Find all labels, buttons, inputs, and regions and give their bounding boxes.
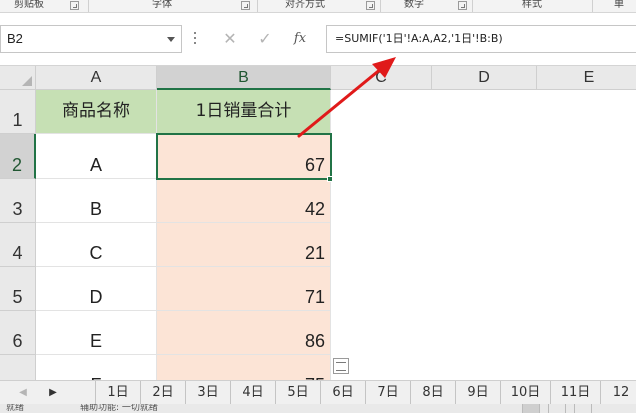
ribbon-separator: [257, 0, 258, 12]
prev-sheet-icon[interactable]: ◀: [8, 381, 38, 404]
page-break-view-icon[interactable]: [574, 404, 592, 413]
fill-handle[interactable]: [327, 176, 333, 182]
status-ready: 就绪: [6, 404, 25, 413]
row-header-6[interactable]: 6: [0, 311, 36, 355]
ribbon-group-styles: 样式: [522, 0, 542, 10]
cell-b7[interactable]: 75: [157, 355, 331, 380]
cell-a6[interactable]: E: [36, 311, 157, 355]
cell-b2[interactable]: 67: [157, 134, 331, 179]
alignment-launcher-icon[interactable]: [366, 1, 375, 10]
column-header-b[interactable]: B: [157, 66, 331, 90]
font-launcher-icon[interactable]: [241, 1, 250, 10]
status-bar: 就绪 辅助功能: 一切就绪: [0, 404, 636, 413]
column-header-e[interactable]: E: [537, 66, 636, 90]
ribbon-group-alignment: 对齐方式: [285, 0, 325, 10]
quick-analysis-icon[interactable]: [333, 358, 349, 374]
status-accessibility[interactable]: 辅助功能: 一切就绪: [80, 404, 158, 413]
cell-a3[interactable]: B: [36, 179, 157, 223]
cell-a5[interactable]: D: [36, 267, 157, 311]
name-box[interactable]: B2: [0, 25, 182, 53]
cancel-button[interactable]: ✕: [215, 25, 245, 53]
cell-a2[interactable]: A: [36, 134, 157, 179]
sheet-tab[interactable]: 11日: [551, 381, 601, 404]
insert-function-button[interactable]: fx: [285, 25, 315, 53]
sheet-tab[interactable]: 5日: [276, 381, 321, 404]
ribbon-group-labels: 剪贴板 字体 对齐方式 数字 样式 单: [0, 0, 636, 13]
sheet-tab[interactable]: 9日: [456, 381, 501, 404]
row-header-2[interactable]: 2: [0, 134, 36, 179]
name-box-value: B2: [7, 31, 23, 46]
ribbon-separator: [88, 0, 89, 12]
formula-bar: B2 ✕ ✓ fx =SUMIF('1日'!A:A,A2,'1日'!B:B): [0, 13, 636, 66]
cell-b6[interactable]: 86: [157, 311, 331, 355]
select-all-button[interactable]: [0, 66, 36, 90]
sheet-tab[interactable]: 3日: [186, 381, 231, 404]
sheet-tab[interactable]: 6日: [321, 381, 366, 404]
column-header-c[interactable]: C: [331, 66, 432, 90]
sheet-tab[interactable]: 2日: [141, 381, 186, 404]
cell-b3[interactable]: 42: [157, 179, 331, 223]
cell-b1[interactable]: 1日销量合计: [157, 90, 331, 134]
clipboard-launcher-icon[interactable]: [70, 1, 79, 10]
column-header-d[interactable]: D: [432, 66, 537, 90]
page-layout-view-icon[interactable]: [548, 404, 566, 413]
row-header-3[interactable]: 3: [0, 179, 36, 223]
column-header-a[interactable]: A: [36, 66, 157, 90]
row-header-7[interactable]: [0, 355, 36, 380]
ribbon-separator: [472, 0, 473, 12]
worksheet-grid: A B C D E 1 2 3 4 5 6 商品名称 1日销量合计 A 67 B…: [0, 66, 636, 380]
sheet-tab[interactable]: 8日: [411, 381, 456, 404]
cell-a1[interactable]: 商品名称: [36, 90, 157, 134]
sheet-tab[interactable]: 12: [601, 381, 636, 404]
ribbon-group-clipboard: 剪贴板: [14, 0, 44, 10]
number-launcher-icon[interactable]: [458, 1, 467, 10]
ribbon-group-font: 字体: [152, 0, 172, 10]
sheet-tab-bar: ◀ ▶ 1日 2日 3日 4日 5日 6日 7日 8日 9日 10日 11日 1…: [0, 380, 636, 404]
sheet-tab[interactable]: 7日: [366, 381, 411, 404]
cell-a7[interactable]: F: [36, 355, 157, 380]
next-sheet-icon[interactable]: ▶: [38, 381, 68, 404]
row-header-4[interactable]: 4: [0, 223, 36, 267]
sheet-tab[interactable]: 4日: [231, 381, 276, 404]
sheet-tab[interactable]: 10日: [501, 381, 551, 404]
cell-b5[interactable]: 71: [157, 267, 331, 311]
row-header-1[interactable]: 1: [0, 90, 36, 134]
formula-bar-grip-icon[interactable]: [194, 32, 197, 46]
ribbon-group-cells: 单: [614, 0, 624, 10]
ribbon-separator: [380, 0, 381, 12]
row-header-5[interactable]: 5: [0, 267, 36, 311]
cell-b4[interactable]: 21: [157, 223, 331, 267]
ribbon-separator: [592, 0, 593, 12]
formula-input[interactable]: =SUMIF('1日'!A:A,A2,'1日'!B:B): [326, 25, 636, 53]
sheet-tab[interactable]: 1日: [95, 381, 141, 404]
enter-button[interactable]: ✓: [250, 25, 280, 53]
chevron-down-icon[interactable]: [167, 37, 175, 42]
cell-a4[interactable]: C: [36, 223, 157, 267]
ribbon-group-number: 数字: [404, 0, 424, 10]
normal-view-icon[interactable]: [522, 404, 540, 413]
